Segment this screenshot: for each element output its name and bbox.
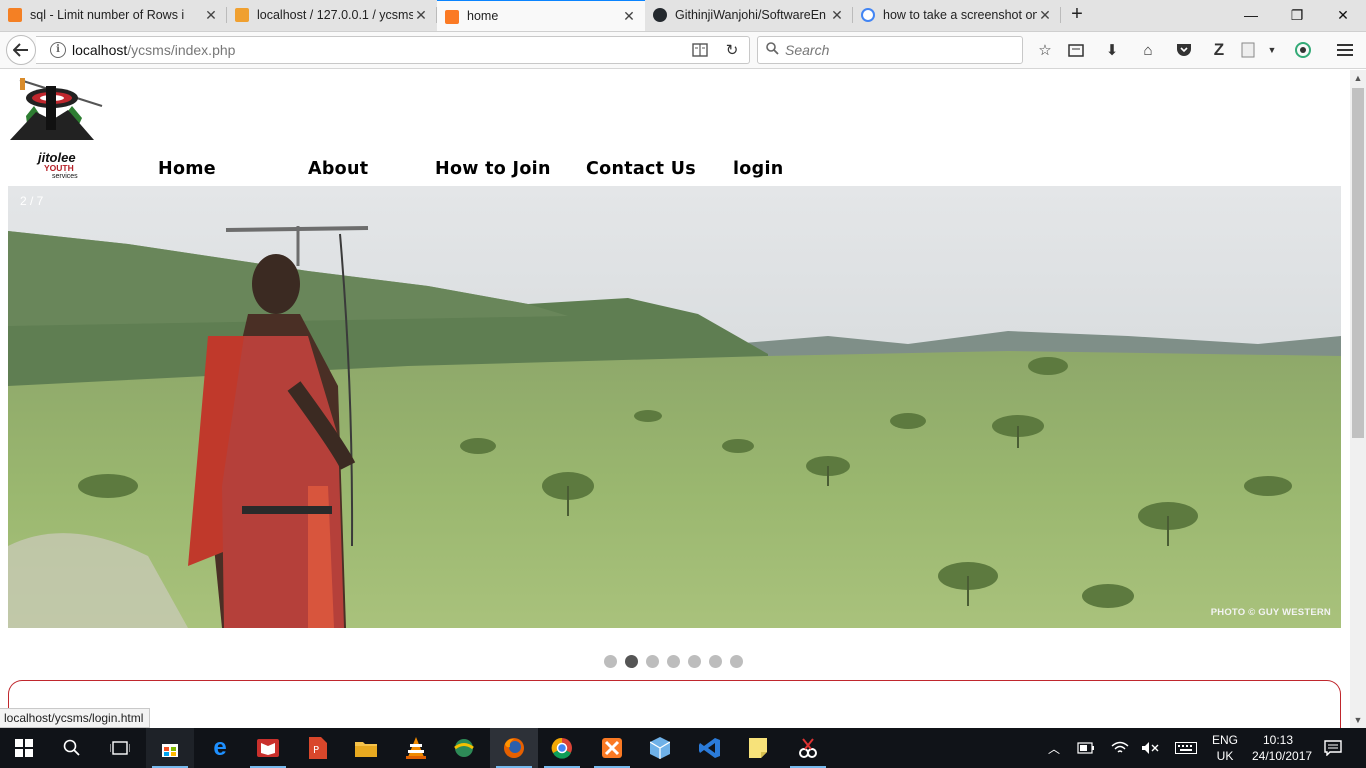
reader-app-icon[interactable] xyxy=(244,728,292,768)
task-view-icon[interactable] xyxy=(96,728,144,768)
menu-icon[interactable] xyxy=(1331,37,1359,63)
reader-view-icon[interactable] xyxy=(686,37,714,63)
slide-dot[interactable] xyxy=(709,655,722,668)
scroll-down-icon[interactable]: ▼ xyxy=(1350,712,1366,728)
close-window-button[interactable]: ✕ xyxy=(1320,0,1366,32)
search-icon[interactable] xyxy=(48,728,96,768)
minimize-button[interactable]: — xyxy=(1228,0,1274,32)
zotero-icon[interactable]: Z xyxy=(1205,37,1233,63)
page-scrollbar[interactable]: ▲ ▼ xyxy=(1350,70,1366,728)
url-path: /ycsms/index.php xyxy=(127,42,236,58)
file-explorer-icon[interactable] xyxy=(342,728,390,768)
search-field[interactable]: Search xyxy=(757,36,1023,64)
sticky-notes-icon[interactable] xyxy=(734,728,782,768)
status-link-url: localhost/ycsms/login.html xyxy=(0,708,151,728)
github-icon xyxy=(653,8,667,22)
start-button[interactable] xyxy=(0,728,48,768)
network-app-icon[interactable] xyxy=(440,728,488,768)
slide-dot[interactable] xyxy=(688,655,701,668)
browser-tab[interactable]: how to take a screenshot on ✕ xyxy=(853,0,1061,31)
vscode-icon[interactable] xyxy=(686,728,734,768)
wifi-icon[interactable] xyxy=(1110,728,1130,768)
logo-text: services xyxy=(52,173,78,180)
logo-text: YOUTH xyxy=(44,163,74,173)
new-tab-button[interactable]: + xyxy=(1061,0,1093,31)
close-icon[interactable]: ✕ xyxy=(829,7,845,23)
keyboard-icon[interactable] xyxy=(1174,728,1198,768)
virtualbox-icon[interactable] xyxy=(636,728,684,768)
search-placeholder: Search xyxy=(785,42,830,58)
chevron-down-icon[interactable]: ▼ xyxy=(1258,37,1286,63)
slide-dot[interactable] xyxy=(730,655,743,668)
scroll-up-icon[interactable]: ▲ xyxy=(1350,70,1366,86)
notifications-icon[interactable] xyxy=(1318,728,1348,768)
vlc-icon[interactable] xyxy=(392,728,440,768)
navigation-toolbar: i localhost /ycsms/index.php ↻ Search ☆ … xyxy=(0,32,1366,69)
system-clock[interactable]: 10:13 24/10/2017 xyxy=(1252,732,1312,764)
download-icon[interactable]: ⬇ xyxy=(1098,37,1126,63)
back-button[interactable] xyxy=(6,35,36,65)
nav-contact-us[interactable]: Contact Us xyxy=(586,159,696,179)
browser-tab[interactable]: localhost / 127.0.0.1 / ycsms ✕ xyxy=(227,0,437,31)
firefox-icon[interactable] xyxy=(490,728,538,768)
slide-dot[interactable] xyxy=(667,655,680,668)
wps-icon[interactable]: P xyxy=(294,728,342,768)
pocket-icon[interactable] xyxy=(1170,37,1198,63)
close-icon[interactable]: ✕ xyxy=(203,7,219,23)
slide-dot[interactable] xyxy=(604,655,617,668)
chevron-up-icon[interactable]: ︿ xyxy=(1044,728,1064,768)
svg-text:P: P xyxy=(313,745,319,756)
home-icon[interactable]: ⌂ xyxy=(1134,37,1162,63)
reload-icon[interactable]: ↻ xyxy=(718,37,746,63)
tab-strip: sql - Limit number of Rows i ✕ localhost… xyxy=(0,0,1366,32)
slide-dot[interactable] xyxy=(646,655,659,668)
edge-icon[interactable]: e xyxy=(196,728,244,768)
browser-tab[interactable]: GithinjiWanjohi/SoftwareEn ✕ xyxy=(645,0,853,31)
slide-image xyxy=(8,186,1341,628)
close-icon[interactable]: ✕ xyxy=(1037,7,1053,23)
scrollbar-thumb[interactable] xyxy=(1352,88,1364,438)
google-icon xyxy=(861,8,875,22)
nav-login[interactable]: login xyxy=(733,159,784,179)
url-host: localhost xyxy=(72,42,128,58)
volume-muted-icon[interactable] xyxy=(1140,728,1160,768)
xampp-icon xyxy=(445,10,459,24)
bookmark-star-icon[interactable]: ☆ xyxy=(1031,37,1059,63)
content-section xyxy=(8,680,1341,728)
battery-icon[interactable] xyxy=(1076,728,1096,768)
snipping-tool-icon[interactable] xyxy=(784,728,832,768)
extension-icon[interactable] xyxy=(1289,37,1317,63)
slide-counter: 2 / 7 xyxy=(20,194,44,208)
hero-slideshow[interactable]: 2 / 7 PHOTO © GUY WESTERN xyxy=(8,186,1341,628)
nav-home[interactable]: Home xyxy=(158,159,216,179)
stackoverflow-icon xyxy=(8,8,22,22)
slide-pagination xyxy=(604,655,743,668)
nav-how-to-join[interactable]: How to Join xyxy=(435,159,551,179)
browser-tab[interactable]: sql - Limit number of Rows i ✕ xyxy=(0,0,227,31)
info-icon[interactable]: i xyxy=(50,42,66,58)
web-page: jitolee YOUTH services Home About How to… xyxy=(0,70,1350,728)
close-icon[interactable]: ✕ xyxy=(621,8,637,24)
slide-dot-active[interactable] xyxy=(625,655,638,668)
phpmyadmin-icon xyxy=(235,8,249,22)
url-bar[interactable]: i localhost /ycsms/index.php ↻ xyxy=(36,36,750,64)
search-icon xyxy=(766,42,779,58)
windows-taskbar: e P ︿ ENG UK 10:13 24/10/2017 xyxy=(0,728,1366,768)
site-logo[interactable]: jitolee YOUTH services xyxy=(6,76,106,180)
language-indicator[interactable]: ENG UK xyxy=(1210,732,1240,764)
xampp-icon[interactable] xyxy=(588,728,636,768)
library-icon[interactable] xyxy=(1062,37,1090,63)
restore-button[interactable]: ❐ xyxy=(1274,0,1320,32)
nav-about[interactable]: About xyxy=(308,159,368,179)
browser-tab-active[interactable]: home ✕ xyxy=(437,0,645,31)
chrome-icon[interactable] xyxy=(538,728,586,768)
close-icon[interactable]: ✕ xyxy=(413,7,429,23)
store-icon[interactable] xyxy=(146,728,194,768)
photo-credit: PHOTO © GUY WESTERN xyxy=(1210,607,1331,618)
